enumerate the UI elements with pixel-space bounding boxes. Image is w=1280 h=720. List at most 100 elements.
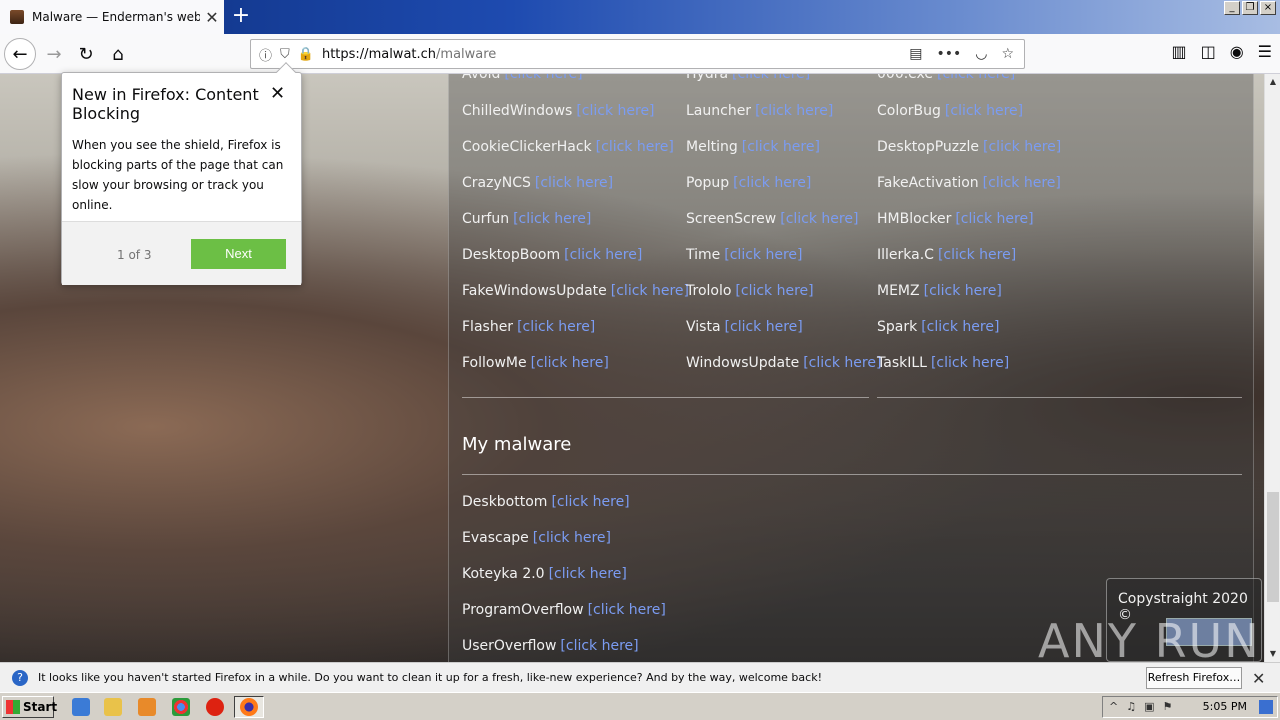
click-here-link[interactable]: [click here]	[560, 638, 638, 654]
pocket-icon[interactable]: ◡	[975, 46, 987, 62]
start-button[interactable]: Start	[2, 696, 57, 718]
list-item: ProgramOverflow [click here]	[462, 602, 666, 618]
click-here-link[interactable]: [click here]	[533, 530, 611, 546]
click-here-link[interactable]: [click here]	[535, 175, 613, 191]
shield-icon[interactable]: ⛉	[280, 47, 290, 62]
vertical-scrollbar[interactable]: ▲ ▼	[1264, 74, 1280, 662]
notification-text: It looks like you haven't started Firefo…	[38, 671, 822, 684]
click-here-link[interactable]: [click here]	[755, 103, 833, 119]
help-icon: ?	[12, 669, 28, 686]
screen: Malware — Enderman's website ✕ + _ ❐ × ←…	[0, 0, 1280, 720]
click-here-link[interactable]: [click here]	[596, 139, 674, 155]
click-here-link[interactable]: [click here]	[611, 283, 689, 299]
list-item: CookieClickerHack [click here]	[462, 139, 674, 155]
refresh-firefox-button[interactable]: Refresh Firefox…	[1146, 667, 1242, 689]
divider	[462, 397, 869, 398]
click-here-link[interactable]: [click here]	[564, 247, 642, 263]
taskbar: Start ^♫▣⚑ 5:05 PM	[0, 692, 1280, 720]
click-here-link[interactable]: [click here]	[945, 103, 1023, 119]
scroll-down-icon[interactable]: ▼	[1265, 646, 1280, 662]
list-item: FollowMe [click here]	[462, 355, 609, 371]
list-item: Curfun [click here]	[462, 211, 592, 227]
page-actions-icon[interactable]: •••	[936, 46, 961, 62]
click-here-link[interactable]: [click here]	[780, 211, 858, 227]
click-here-link[interactable]: [click here]	[937, 74, 1015, 82]
folder-icon[interactable]	[104, 698, 122, 716]
click-here-link[interactable]: [click here]	[724, 247, 802, 263]
click-here-link[interactable]: [click here]	[803, 355, 881, 371]
list-item: Flasher [click here]	[462, 319, 596, 335]
click-here-link[interactable]: [click here]	[517, 319, 595, 335]
system-tray: ^♫▣⚑ 5:05 PM	[1102, 696, 1278, 718]
click-here-link[interactable]: [click here]	[725, 319, 803, 335]
menu-icon[interactable]: ☰	[1258, 42, 1272, 61]
forward-button[interactable]: →	[38, 38, 70, 70]
list-item: Avoid [click here]	[462, 74, 583, 82]
click-here-link[interactable]: [click here]	[931, 355, 1009, 371]
notification-bar: ? It looks like you haven't started Fire…	[0, 662, 1280, 692]
notification-close-icon[interactable]: ✕	[1252, 669, 1265, 688]
lock-icon[interactable]: 🔒	[298, 47, 314, 62]
click-here-link[interactable]: [click here]	[742, 139, 820, 155]
list-item: DesktopPuzzle [click here]	[877, 139, 1062, 155]
click-here-link[interactable]: [click here]	[938, 247, 1016, 263]
library-icon[interactable]: ▥	[1171, 42, 1186, 61]
click-here-link[interactable]: [click here]	[924, 283, 1002, 299]
next-button[interactable]: Next	[191, 239, 286, 269]
firefox-icon	[240, 698, 258, 716]
tab-close-icon[interactable]: ✕	[200, 8, 224, 27]
url-text[interactable]: https://malwat.ch/malware	[322, 47, 909, 62]
list-item: Evascape [click here]	[462, 530, 611, 546]
reader-view-icon[interactable]: ▤	[909, 46, 922, 62]
click-here-link[interactable]: [click here]	[531, 355, 609, 371]
sidebar-icon[interactable]: ◫	[1201, 42, 1216, 61]
navigation-toolbar: ← → ↻ ⌂ ⓘ ⛉ 🔒 https://malwat.ch/malware …	[0, 34, 1280, 74]
restore-icon[interactable]: ❐	[1242, 1, 1258, 15]
home-button[interactable]: ⌂	[102, 38, 134, 70]
close-window-icon[interactable]: ×	[1260, 1, 1276, 15]
bookmark-star-icon[interactable]: ☆	[1001, 46, 1014, 62]
click-here-link[interactable]: [click here]	[983, 139, 1061, 155]
click-here-link[interactable]: [click here]	[732, 74, 810, 82]
info-icon[interactable]: ⓘ	[259, 45, 272, 64]
click-here-link[interactable]: [click here]	[735, 283, 813, 299]
list-item: FakeWindowsUpdate [click here]	[462, 283, 689, 299]
scroll-thumb[interactable]	[1267, 492, 1279, 602]
show-desktop-icon[interactable]	[1259, 700, 1273, 714]
tab-malware[interactable]: Malware — Enderman's website ✕	[0, 0, 224, 34]
popup-footer: 1 of 3 Next	[62, 221, 301, 285]
click-here-link[interactable]: [click here]	[513, 211, 591, 227]
list-item: Koteyka 2.0 [click here]	[462, 566, 627, 582]
tab-title: Malware — Enderman's website	[32, 10, 200, 24]
click-here-link[interactable]: [click here]	[549, 566, 627, 582]
list-item: Spark [click here]	[877, 319, 1000, 335]
click-here-link[interactable]: [click here]	[921, 319, 999, 335]
click-here-link[interactable]: [click here]	[955, 211, 1033, 227]
list-item: ScreenScrew [click here]	[686, 211, 859, 227]
list-item: TaskILL [click here]	[877, 355, 1010, 371]
url-bar[interactable]: ⓘ ⛉ 🔒 https://malwat.ch/malware ▤ ••• ◡ …	[250, 39, 1025, 69]
click-here-link[interactable]: [click here]	[551, 494, 629, 510]
click-here-link[interactable]: [click here]	[504, 74, 582, 82]
back-button[interactable]: ←	[4, 38, 36, 70]
clock[interactable]: 5:05 PM	[1203, 697, 1247, 717]
popup-close-icon[interactable]: ✕	[270, 83, 285, 104]
chrome-icon[interactable]	[172, 698, 190, 716]
click-here-link[interactable]: [click here]	[576, 103, 654, 119]
new-tab-button[interactable]: +	[228, 2, 254, 30]
list-item: Melting [click here]	[686, 139, 820, 155]
click-here-link[interactable]: [click here]	[733, 175, 811, 191]
opera-icon[interactable]	[206, 698, 224, 716]
list-item: Hydra [click here]	[686, 74, 810, 82]
media-player-icon[interactable]	[138, 698, 156, 716]
click-here-link[interactable]: [click here]	[983, 175, 1061, 191]
tray-icons[interactable]: ^♫▣⚑	[1109, 697, 1180, 717]
minimize-icon[interactable]: _	[1224, 1, 1240, 15]
firefox-task[interactable]	[234, 696, 264, 718]
reload-button[interactable]: ↻	[70, 38, 102, 70]
internet-explorer-icon[interactable]	[72, 698, 90, 716]
scroll-up-icon[interactable]: ▲	[1265, 74, 1280, 90]
click-here-link[interactable]: [click here]	[588, 602, 666, 618]
list-item: Popup [click here]	[686, 175, 812, 191]
account-icon[interactable]: ◉	[1230, 42, 1244, 61]
